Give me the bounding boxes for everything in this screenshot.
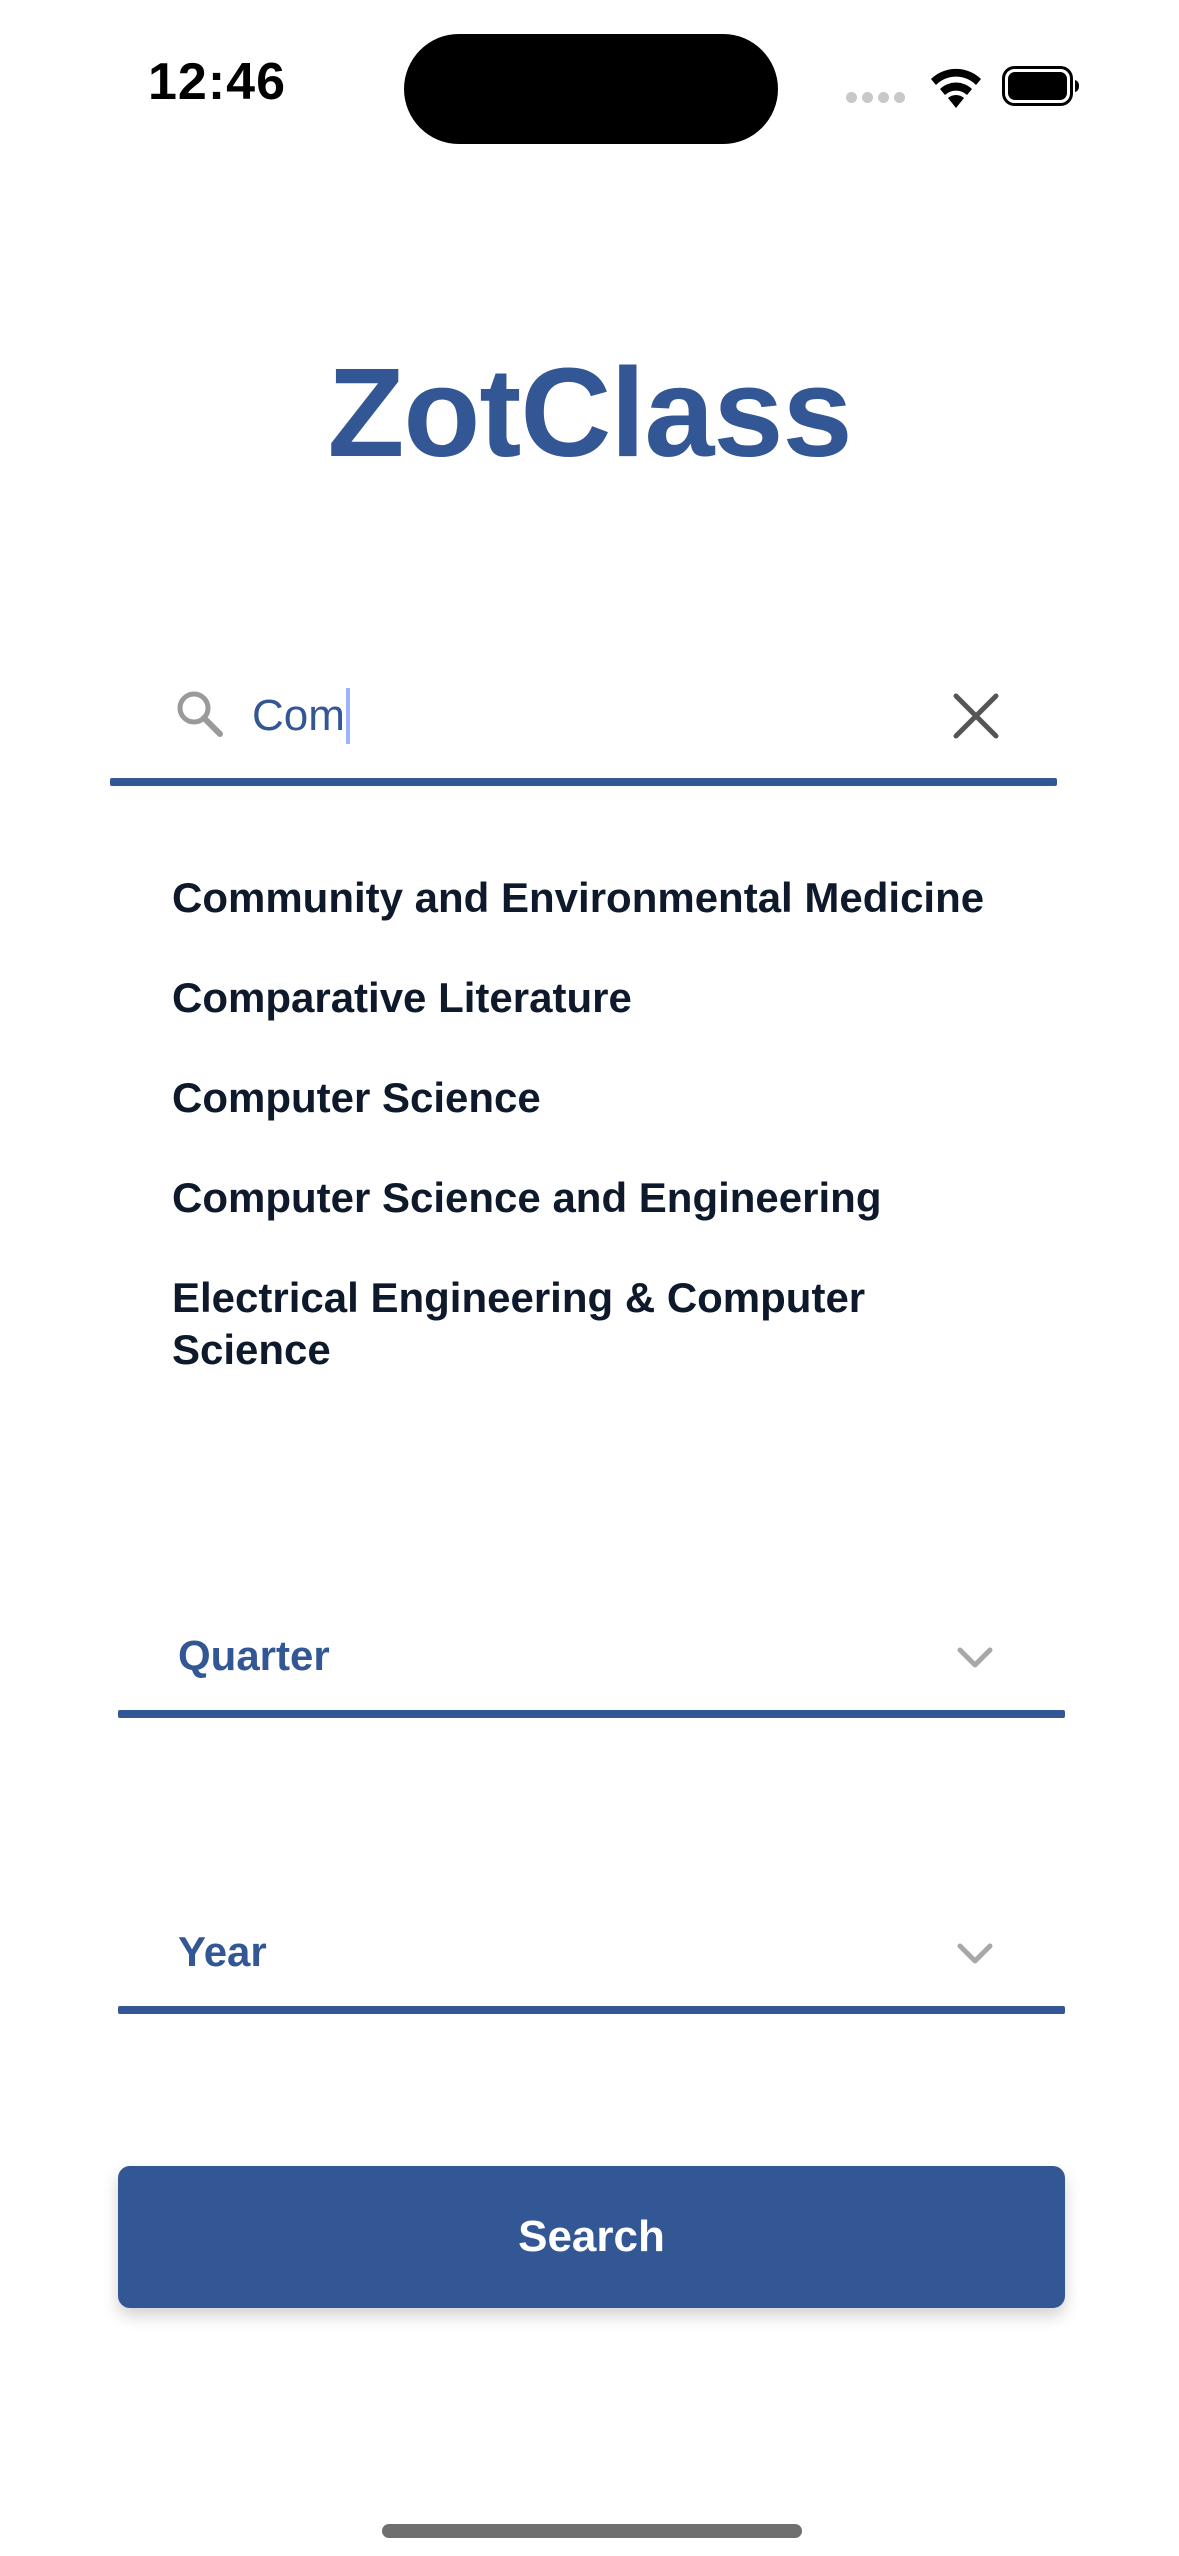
status-icons [846,62,1086,112]
cellular-signal-icon [846,92,906,104]
app-title: ZotClass [327,342,852,483]
battery-icon [1002,66,1079,106]
chevron-down-icon [957,1943,993,1964]
quarter-dropdown[interactable]: Quarter [118,1598,1065,1718]
close-icon[interactable] [948,688,1004,744]
quarter-underline [118,1710,1065,1718]
dynamic-island [404,34,778,144]
status-time: 12:46 [148,53,286,111]
suggestion-item[interactable]: Computer Science and Engineering [172,1172,1032,1224]
search-button[interactable]: Search [118,2166,1065,2308]
department-search-field[interactable]: Com [110,666,1057,786]
quarter-label: Quarter [178,1632,330,1679]
search-input[interactable]: Com [252,686,350,746]
suggestion-item[interactable]: Electrical Engineering & Computer Scienc… [172,1272,932,1376]
suggestion-list: Community and Environmental Medicine Com… [172,872,1032,1424]
year-dropdown[interactable]: Year [118,1894,1065,2014]
search-input-value: Com [252,691,345,740]
home-indicator[interactable] [382,2524,802,2538]
search-underline [110,778,1057,786]
year-label: Year [178,1928,267,1975]
text-caret [345,688,350,744]
wifi-icon [931,68,981,108]
year-underline [118,2006,1065,2014]
suggestion-item[interactable]: Computer Science [172,1072,1032,1124]
suggestion-item[interactable]: Comparative Literature [172,972,1032,1024]
chevron-down-icon [957,1647,993,1668]
suggestion-item[interactable]: Community and Environmental Medicine [172,872,1032,924]
search-icon [177,691,223,737]
